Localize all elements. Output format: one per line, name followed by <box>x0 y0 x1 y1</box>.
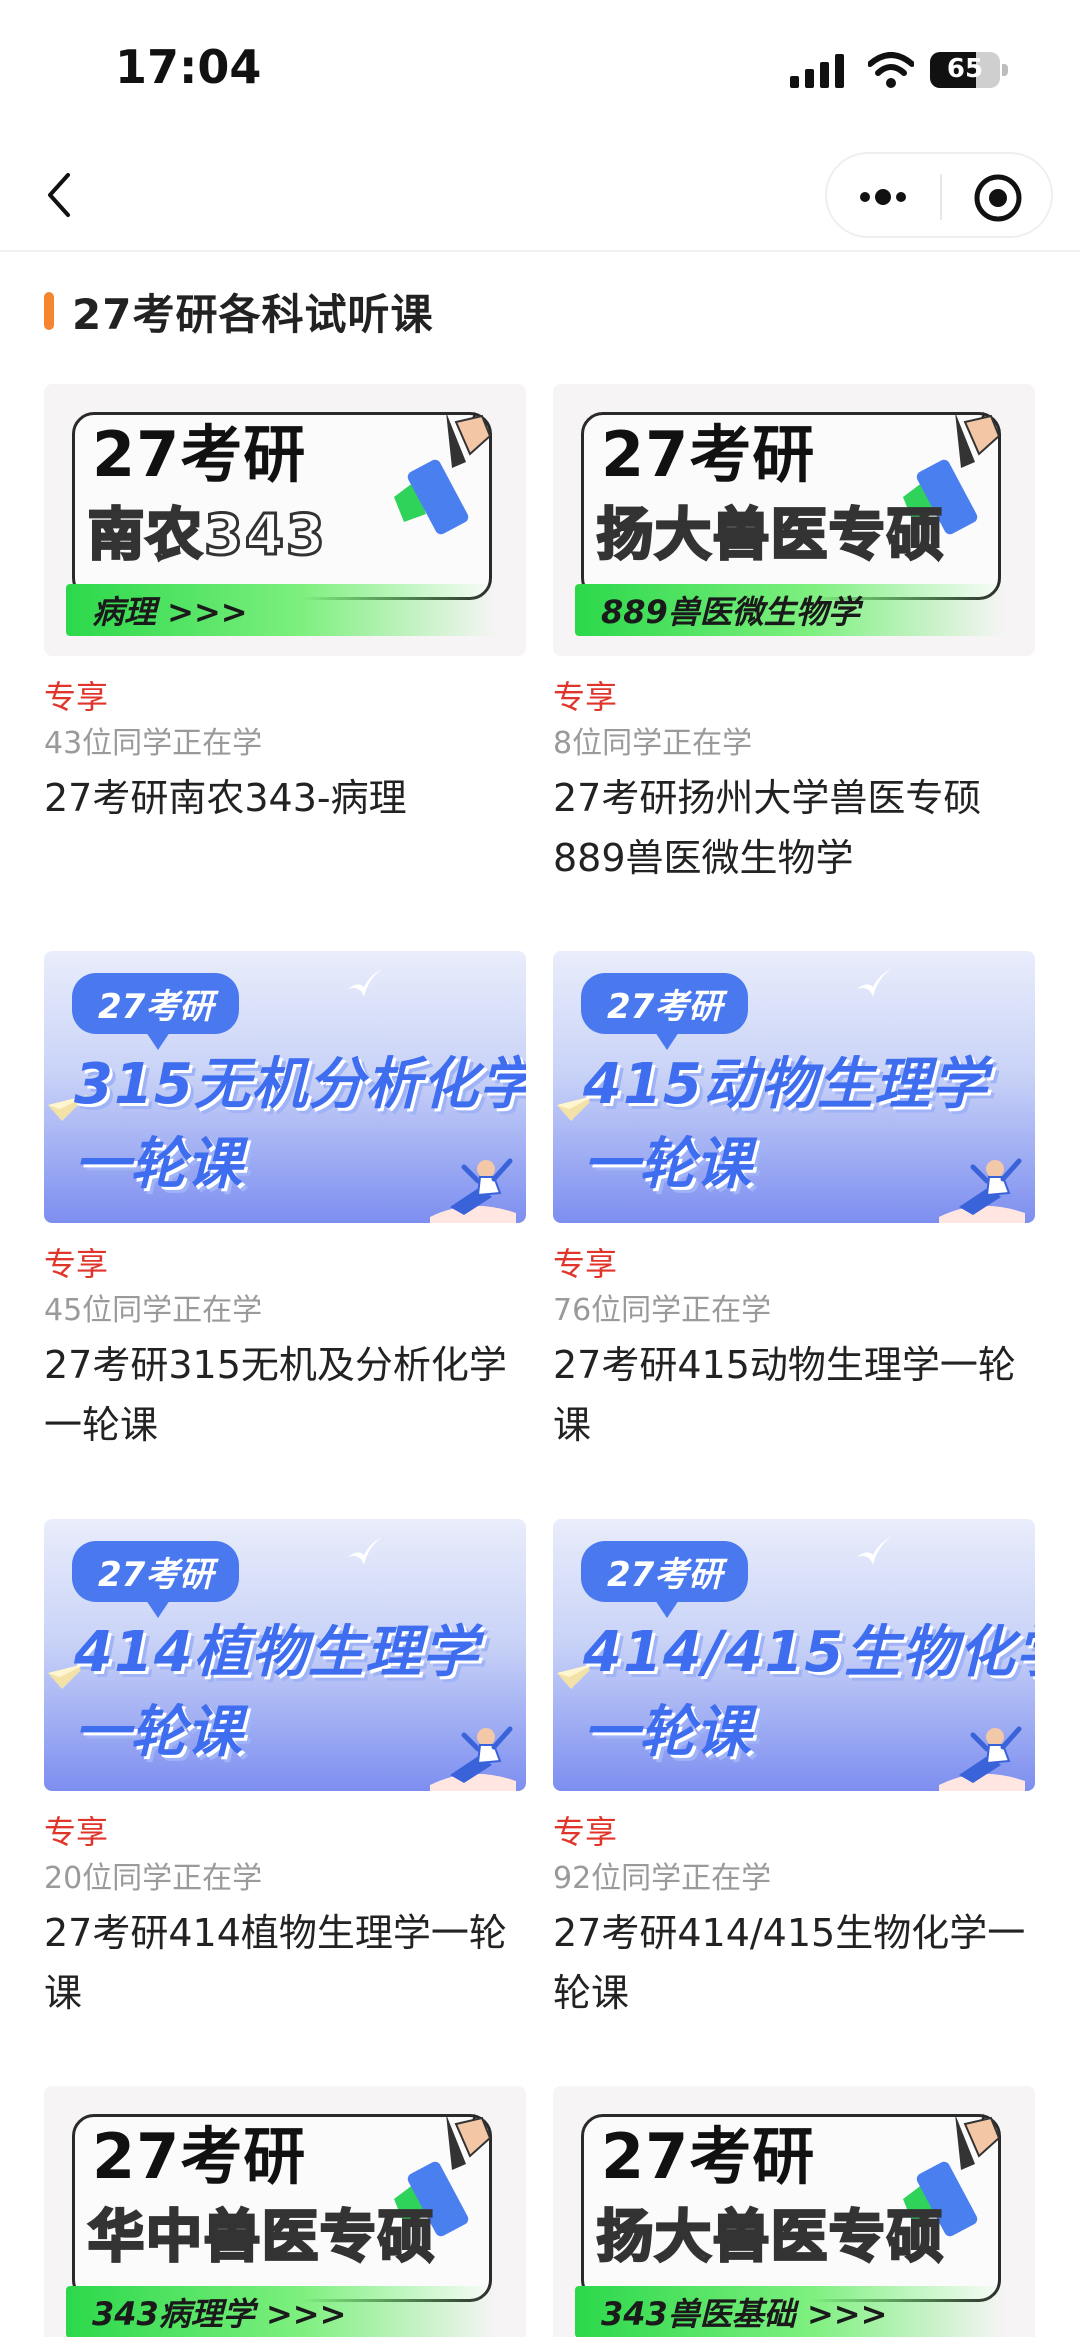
bird-icon <box>348 969 382 997</box>
wifi-icon <box>868 52 914 88</box>
mini-program-capsule <box>825 152 1053 238</box>
learners-count: 20位同学正在学 <box>44 1861 263 1896</box>
banner-strip-text: 889兽医微生物学 <box>601 593 860 631</box>
banner-pill: 27考研 <box>581 1541 749 1618</box>
section-accent-bar <box>44 292 54 330</box>
course-title[interactable]: 27考研南农343-病理 <box>44 768 526 828</box>
banner-line1: 315无机分析化学 <box>74 1052 526 1117</box>
banner-line1: 415动物生理学 <box>583 1052 988 1117</box>
course-title[interactable]: 27考研414植物生理学一轮课 <box>44 1903 526 2023</box>
banner-title: 27考研 <box>92 418 307 491</box>
learners-count: 76位同学正在学 <box>553 1293 772 1328</box>
course-card[interactable]: 27考研✦南农343病理 >>>专享43位同学正在学27考研南农343-病理 <box>44 384 526 828</box>
more-dots-icon[interactable] <box>855 172 915 222</box>
exclusive-tag: 专享 <box>553 1813 618 1851</box>
section-header: 27考研各科试听课 <box>44 285 433 339</box>
student-illustration-icon <box>939 1726 1025 1791</box>
cellular-signal-icon <box>790 54 844 88</box>
course-card[interactable]: 27考研 414/415生物化学 一轮课 专享 92位同学正在学 27考研414/415生… <box>553 1519 1035 2023</box>
banner-strip-text: 病理 >>> <box>92 593 248 631</box>
status-bar: 17:04 65 <box>0 0 1080 140</box>
exclusive-tag: 专享 <box>44 678 109 716</box>
student-illustration-icon <box>939 1158 1025 1223</box>
banner-strip-text: 343兽医基础 >>> <box>601 2295 888 2333</box>
course-banner[interactable]: 27考研✦华中兽医专硕343病理学 >>> <box>44 2086 526 2337</box>
banner-subtitle: 华中兽医专硕 <box>87 2204 436 2272</box>
bird-icon <box>857 969 891 997</box>
course-banner[interactable]: 27考研 414植物生理学 一轮课 <box>44 1519 526 1791</box>
banner-title: 27考研 <box>92 2120 307 2193</box>
chevron-left-icon[interactable] <box>40 165 80 225</box>
target-circle-icon[interactable] <box>972 172 1024 224</box>
status-time: 17:04 <box>115 40 262 94</box>
banner-subtitle: 扬大兽医专硕 <box>596 2204 945 2272</box>
exclusive-tag: 专享 <box>44 1813 109 1851</box>
nav-bar <box>0 140 1080 252</box>
battery-percent: 65 <box>946 54 984 84</box>
course-banner[interactable]: 27考研✦扬大兽医专硕343兽医基础 >>> <box>553 2086 1035 2337</box>
banner-strip-text: 343病理学 >>> <box>92 2295 347 2333</box>
course-banner[interactable]: 27考研✦扬大兽医专硕889兽医微生物学 <box>553 384 1035 656</box>
exclusive-tag: 专享 <box>553 678 618 716</box>
banner-pill: 27考研 <box>72 1541 240 1618</box>
exclusive-tag: 专享 <box>44 1245 109 1283</box>
banner-line2: 一轮课 <box>583 1132 751 1197</box>
course-title[interactable]: 27考研414/415生物化学一轮课 <box>553 1903 1035 2023</box>
course-banner[interactable]: 27考研 315无机分析化学 一轮课 <box>44 951 526 1223</box>
course-card[interactable]: 27考研 414植物生理学 一轮课 专享 20位同学正在学 27考研414植物生理学一轮课 <box>44 1519 526 2023</box>
course-card[interactable]: 27考研✦扬大兽医专硕889兽医微生物学专享8位同学正在学27考研扬州大学兽医专… <box>553 384 1035 888</box>
banner-title: 27考研 <box>601 418 816 491</box>
capsule-divider <box>940 174 942 220</box>
course-banner[interactable]: 27考研 414/415生物化学 一轮课 <box>553 1519 1035 1791</box>
learners-count: 8位同学正在学 <box>553 726 753 761</box>
course-title[interactable]: 27考研扬州大学兽医专硕889兽医微生物学 <box>553 768 1035 888</box>
course-card[interactable]: 27考研 315无机分析化学 一轮课专享 45位同学正在学 27考研315无机及分析化学… <box>44 951 526 1455</box>
course-title[interactable]: 27考研415动物生理学一轮课 <box>553 1335 1035 1455</box>
section-title: 27考研各科试听课 <box>72 289 434 339</box>
banner-line1: 414植物生理学 <box>74 1620 479 1685</box>
exclusive-tag: 专享 <box>553 1245 618 1283</box>
student-illustration-icon <box>430 1726 516 1791</box>
banner-subtitle: 南农343 <box>87 502 327 570</box>
banner-line2: 一轮课 <box>74 1132 242 1197</box>
course-card[interactable]: 27考研 415动物生理学 一轮课 专享 76位同学正在学 27考研415动物生理学一轮课 <box>553 951 1035 1455</box>
pen-icon <box>394 412 492 535</box>
learners-count: 43位同学正在学 <box>44 726 263 761</box>
banner-line2: 一轮课 <box>583 1700 751 1765</box>
banner-line1: 414/415生物化学 <box>583 1620 1035 1685</box>
banner-subtitle: 扬大兽医专硕 <box>596 502 945 570</box>
learners-count: 92位同学正在学 <box>553 1861 772 1896</box>
course-card[interactable]: 27考研✦扬大兽医专硕343兽医基础 >>> <box>553 2086 1035 2337</box>
banner-pill: 27考研 <box>72 973 240 1050</box>
course-title[interactable]: 27考研315无机及分析化学一轮课 <box>44 1335 526 1455</box>
banner-title: 27考研 <box>601 2120 816 2193</box>
battery-icon: 65 <box>930 52 1008 88</box>
learners-count: 45位同学正在学 <box>44 1293 263 1328</box>
course-banner[interactable]: 27考研 415动物生理学 一轮课 <box>553 951 1035 1223</box>
banner-line2: 一轮课 <box>74 1700 242 1765</box>
course-banner[interactable]: 27考研✦南农343病理 >>> <box>44 384 526 656</box>
banner-pill: 27考研 <box>581 973 749 1050</box>
bird-icon <box>348 1537 382 1565</box>
course-card[interactable]: 27考研✦华中兽医专硕343病理学 >>> <box>44 2086 526 2337</box>
student-illustration-icon <box>430 1158 516 1223</box>
bird-icon <box>857 1537 891 1565</box>
